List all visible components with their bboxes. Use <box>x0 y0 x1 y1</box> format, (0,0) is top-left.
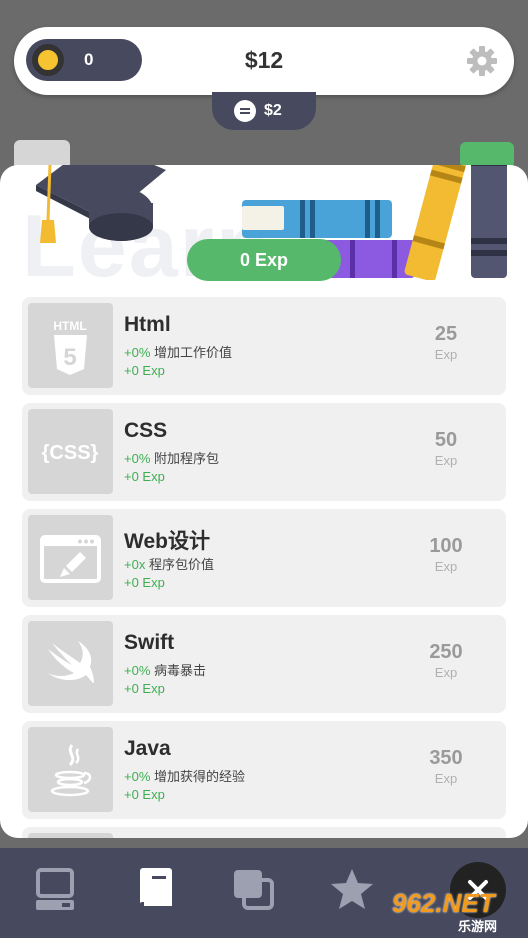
book-icon[interactable] <box>132 866 180 914</box>
star-icon[interactable] <box>328 866 376 914</box>
svg-text:{CSS}: {CSS} <box>42 442 99 464</box>
course-cost-unit: Exp <box>434 665 458 680</box>
course-row-css[interactable]: {CSS} CSS +0% 附加程序包 +0 Exp 50 Exp <box>22 403 506 501</box>
course-cost: 100 <box>429 535 463 557</box>
course-effect: 程序包价值 <box>148 557 214 572</box>
course-row-java[interactable]: Java +0% 增加获得的经验 +0 Exp 350 Exp <box>22 721 506 819</box>
course-cost: 25 <box>434 323 458 345</box>
course-exp: +0 Exp <box>124 469 165 484</box>
course-bonus: +0% <box>124 663 151 678</box>
course-name: Java <box>124 737 171 760</box>
course-effect: 病毒暴击 <box>154 663 207 678</box>
course-exp: +0 Exp <box>124 681 165 696</box>
course-cost-unit: Exp <box>434 453 458 468</box>
course-bonus: +0% <box>124 769 151 784</box>
watermark: 962.NET 乐游网 <box>388 888 522 934</box>
course-name: Html <box>124 313 171 336</box>
income-pill[interactable]: $2 <box>212 92 316 130</box>
course-name: CSS <box>124 419 168 442</box>
html5-icon: HTML 5 <box>28 303 113 388</box>
course-bonus: +0% <box>124 345 151 360</box>
learn-panel: Learn 0 Exp HTML 5 Html +0% 增加工作价值 +0 Ex… <box>0 165 528 838</box>
css-icon: {CSS} <box>28 409 113 494</box>
course-cost: 350 <box>429 747 463 769</box>
course-effect: 增加获得的经验 <box>154 769 246 784</box>
svg-text:HTML: HTML <box>53 319 86 333</box>
top-bar: 0 $12 <box>14 27 514 95</box>
watermark-brand: 962.NET <box>392 888 495 918</box>
graduation-cap-icon <box>36 165 166 243</box>
income-value: $2 <box>264 102 282 119</box>
exp-total: 0 Exp <box>187 239 341 281</box>
course-row-web-design[interactable]: Web设计 +0x 程序包价值 +0 Exp 100 Exp <box>22 509 506 607</box>
swift-icon <box>28 621 113 706</box>
course-cost-unit: Exp <box>434 559 458 574</box>
course-exp: +0 Exp <box>124 363 165 378</box>
course-exp: +0 Exp <box>124 787 165 802</box>
gear-icon[interactable] <box>466 45 498 77</box>
course-row-swift[interactable]: Swift +0% 病毒暴击 +0 Exp 250 Exp <box>22 615 506 713</box>
course-effect: 增加工作价值 <box>154 345 233 360</box>
course-name: Web设计 <box>124 530 210 553</box>
layers-icon[interactable] <box>230 866 278 914</box>
course-exp: +0 Exp <box>124 575 165 590</box>
course-bonus: +0% <box>124 451 151 466</box>
course-list: HTML 5 Html +0% 增加工作价值 +0 Exp 25 Exp {CS… <box>22 297 506 838</box>
course-cost: 50 <box>434 429 458 451</box>
course-cost-unit: Exp <box>434 771 458 786</box>
course-thumb <box>28 833 113 838</box>
course-name: Swift <box>124 631 175 654</box>
course-cost: 250 <box>429 641 463 663</box>
money-display: $12 <box>244 47 284 73</box>
svg-text:5: 5 <box>63 344 76 371</box>
java-icon <box>28 727 113 812</box>
course-cost-unit: Exp <box>434 347 458 362</box>
course-row-partial[interactable] <box>22 827 506 838</box>
computer-icon[interactable] <box>32 866 80 914</box>
watermark-sub: 乐游网 <box>458 919 498 934</box>
course-effect: 附加程序包 <box>154 451 220 466</box>
note-icon <box>234 100 256 122</box>
course-row-html[interactable]: HTML 5 Html +0% 增加工作价值 +0 Exp 25 Exp <box>22 297 506 395</box>
web-design-icon <box>28 515 113 600</box>
course-bonus: +0x <box>124 557 146 572</box>
